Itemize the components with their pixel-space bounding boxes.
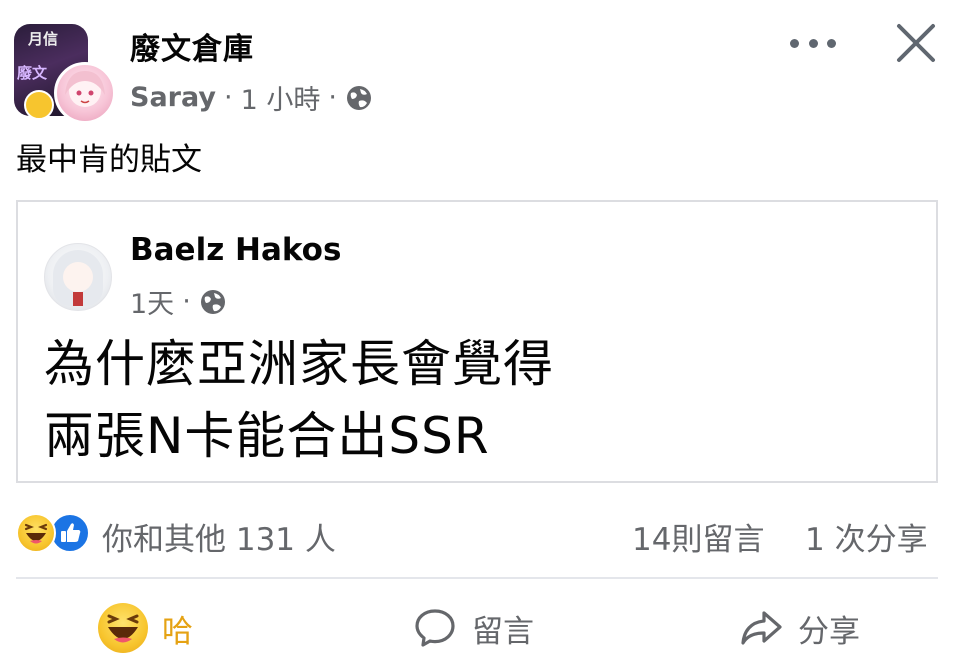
shared-author-avatar[interactable]: [44, 243, 112, 311]
group-avatar-emoji: [24, 90, 54, 120]
shared-post-meta: 1天 ·: [130, 282, 227, 321]
share-button[interactable]: 分享: [738, 600, 860, 656]
shared-post-time[interactable]: 1天: [130, 282, 174, 321]
haha-reaction-icon: [98, 603, 148, 653]
meta-separator: ·: [223, 82, 233, 113]
meta-separator: ·: [182, 286, 191, 317]
reaction-count-text[interactable]: 你和其他 131 人: [102, 514, 336, 559]
shared-author-name[interactable]: Baelz Hakos: [130, 232, 341, 268]
haha-label: 哈: [162, 613, 193, 650]
group-avatar-label-top: 月信: [28, 30, 59, 48]
close-icon[interactable]: [893, 20, 939, 66]
like-reaction-icon: [50, 513, 90, 553]
share-label: 分享: [798, 613, 860, 650]
post-time[interactable]: 1 小時: [241, 78, 321, 117]
globe-icon: [200, 289, 225, 314]
post-text: 最中肯的貼文: [16, 142, 202, 178]
globe-icon: [346, 85, 371, 110]
group-name[interactable]: 廢文倉庫: [130, 24, 254, 68]
author-name[interactable]: Saray: [130, 82, 216, 113]
shared-post-text-line-2: 兩張N卡能合出SSR: [44, 407, 490, 465]
haha-button[interactable]: 哈: [98, 600, 193, 656]
comment-label: 留言: [472, 613, 534, 650]
group-avatar-label: 廢文: [17, 64, 48, 82]
comment-bubble-icon: [415, 609, 455, 647]
share-arrow-icon: [741, 611, 782, 645]
share-count[interactable]: 1 次分享: [805, 514, 928, 559]
shared-post-text-line-1: 為什麼亞洲家長會覺得: [44, 335, 554, 393]
divider: [16, 577, 938, 579]
haha-reaction-icon: [16, 513, 56, 553]
reaction-summary-icons[interactable]: [16, 513, 98, 555]
comment-count[interactable]: 14則留言: [632, 514, 764, 559]
more-dots-icon[interactable]: [790, 28, 836, 58]
group-avatar[interactable]: 月信 廢文: [14, 24, 116, 124]
meta-separator: ·: [328, 82, 337, 113]
comment-button[interactable]: 留言: [412, 600, 534, 656]
author-avatar[interactable]: [54, 62, 116, 124]
post-meta: Saray · 1 小時 ·: [130, 78, 373, 117]
